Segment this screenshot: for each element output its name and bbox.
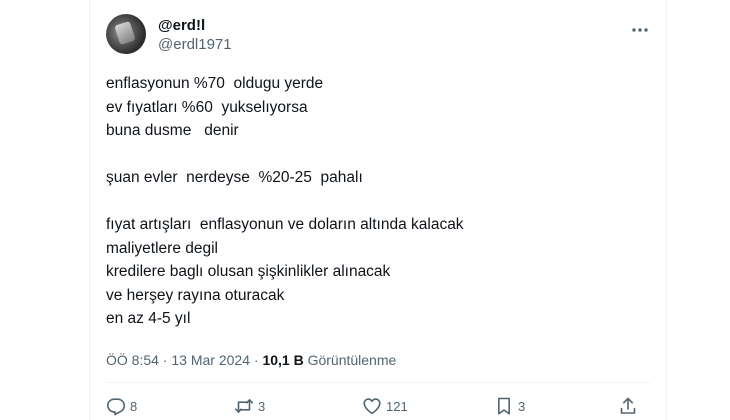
author-name[interactable]: @erd!l [158,17,205,35]
tweet-line: kredilere baglı olusan şişkinlikler alın… [106,263,391,280]
tweet-line: maliyetlere degil [106,239,218,257]
reply-button[interactable]: 8 [106,394,137,418]
bookmark-count: 3 [518,398,526,414]
tweet-time[interactable]: ÖÖ 8:54 [106,352,159,368]
heart-icon [363,398,381,415]
action-bar: 8 3 121 3 [106,394,654,418]
share-button[interactable] [618,394,638,418]
tweet-line: buna dusme denir [106,122,239,139]
more-dots-icon[interactable] [630,20,650,40]
tweet-line: enflasyonun %70 oldugu yerde [106,75,324,92]
tweet-line: şuan evler nerdeyse %20-25 pahalı [106,169,363,186]
repost-count: 3 [258,398,266,414]
meta-separator: · [158,352,172,368]
reply-count: 8 [130,398,138,414]
avatar[interactable] [106,14,146,54]
bookmark-icon [498,397,510,415]
tweet-text: enflasyonun %70 oldugu yerde ev fıyatlar… [106,72,646,331]
tweet-line: ev fıyatları %60 yukselıyorsa [106,98,308,116]
author-handle[interactable]: @erdl1971 [158,36,232,54]
tweet-meta: ÖÖ 8:54 · 13 Mar 2024 · 10,1 B Görüntüle… [106,350,396,370]
views-count: 10,1 B [262,352,304,368]
tweet-date[interactable]: 13 Mar 2024 [171,352,250,368]
tweet-card: @erd!l @erdl1971 enflasyonun %70 oldugu … [89,0,667,420]
views-label: Görüntülenme [303,352,397,368]
like-button[interactable]: 121 [362,394,408,418]
divider [106,382,650,383]
repost-icon [235,399,253,413]
tweet-line: en az 4-5 yıl [106,310,191,327]
like-count: 121 [386,398,408,414]
tweet-line: ve herşey rayına oturacak [106,286,285,304]
tweet-line: fıyat artışları enflasyonun ve doların a… [106,216,464,233]
bookmark-button[interactable]: 3 [494,394,525,418]
reply-icon [107,398,125,416]
meta-separator: · [249,352,263,368]
share-icon [620,397,636,414]
repost-button[interactable]: 3 [234,394,265,418]
tweet-header: @erd!l @erdl1971 [106,14,654,58]
